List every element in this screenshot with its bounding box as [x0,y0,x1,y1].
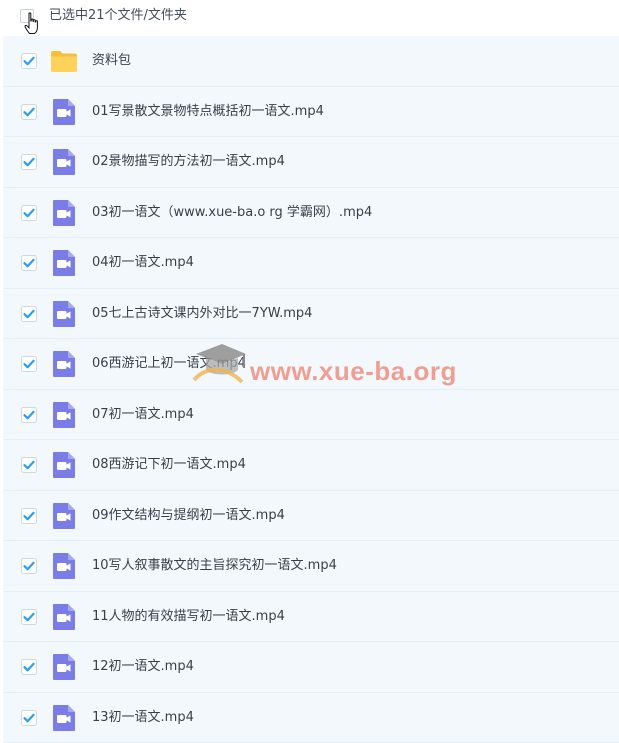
video-file-icon [49,400,79,430]
file-name[interactable]: 资料包 [92,51,131,71]
file-name[interactable]: 06西游记上初一语文.mp4 [92,354,246,374]
video-file-icon [49,652,79,682]
file-list: 资料包 01写景散文景物特点概括初一语文.mp4 02景物描写的方法初一语文.mp4… [3,36,619,743]
file-checkbox-checked[interactable] [21,205,35,219]
file-name[interactable]: 12初一语文.mp4 [92,657,194,677]
file-row[interactable]: 08西游记下初一语文.mp4 [3,440,619,491]
file-row[interactable]: 03初一语文（www.xue-ba.o rg 学霸网）.mp4 [3,188,619,239]
video-file-icon [49,97,79,127]
file-checkbox-checked[interactable] [21,508,35,522]
video-file-icon [49,299,79,329]
file-checkbox-checked[interactable] [21,255,35,269]
file-name[interactable]: 01写景散文景物特点概括初一语文.mp4 [92,102,324,122]
video-file-icon [49,602,79,632]
file-checkbox-checked[interactable] [21,306,35,320]
file-checkbox-checked[interactable] [21,154,35,168]
file-checkbox-checked[interactable] [21,558,35,572]
video-file-icon [49,349,79,379]
file-checkbox-checked[interactable] [21,356,35,370]
video-file-icon [49,198,79,228]
hand-cursor-icon [24,12,40,36]
file-row[interactable]: 07初一语文.mp4 [3,390,619,441]
file-row[interactable]: 01写景散文景物特点概括初一语文.mp4 [3,87,619,138]
file-checkbox-checked[interactable] [21,710,35,724]
file-checkbox-checked[interactable] [21,407,35,421]
file-name[interactable]: 11人物的有效描写初一语文.mp4 [92,607,285,627]
file-checkbox-checked[interactable] [21,659,35,673]
file-name[interactable]: 03初一语文（www.xue-ba.o rg 学霸网）.mp4 [92,203,372,223]
file-name[interactable]: 02景物描写的方法初一语文.mp4 [92,152,285,172]
video-file-icon [49,501,79,531]
video-file-icon [49,450,79,480]
file-row[interactable]: 04初一语文.mp4 [3,238,619,289]
video-file-icon [49,703,79,733]
video-file-icon [49,248,79,278]
file-name[interactable]: 07初一语文.mp4 [92,405,194,425]
file-row[interactable]: 05七上古诗文课内外对比一7YW.mp4 [3,289,619,340]
file-checkbox-checked[interactable] [21,53,35,67]
file-name[interactable]: 09作文结构与提纲初一语文.mp4 [92,506,285,526]
video-file-icon [49,147,79,177]
file-row[interactable]: 06西游记上初一语文.mp4 [3,339,619,390]
selection-header: 已选中21个文件/文件夹 [0,0,619,36]
file-row[interactable]: 02景物描写的方法初一语文.mp4 [3,137,619,188]
file-name[interactable]: 04初一语文.mp4 [92,253,194,273]
file-name[interactable]: 05七上古诗文课内外对比一7YW.mp4 [92,304,312,324]
file-checkbox-checked[interactable] [21,457,35,471]
file-row[interactable]: 11人物的有效描写初一语文.mp4 [3,592,619,643]
file-name[interactable]: 08西游记下初一语文.mp4 [92,455,246,475]
file-row[interactable]: 12初一语文.mp4 [3,642,619,693]
file-row[interactable]: 09作文结构与提纲初一语文.mp4 [3,491,619,542]
folder-icon [49,46,79,76]
file-checkbox-checked[interactable] [21,104,35,118]
file-name[interactable]: 10写人叙事散文的主旨探究初一语文.mp4 [92,556,337,576]
file-checkbox-checked[interactable] [21,609,35,623]
file-name[interactable]: 13初一语文.mp4 [92,708,194,728]
file-row[interactable]: 10写人叙事散文的主旨探究初一语文.mp4 [3,541,619,592]
file-row[interactable]: 资料包 [3,36,619,87]
selection-count-text: 已选中21个文件/文件夹 [49,7,187,25]
file-row[interactable]: 13初一语文.mp4 [3,693,619,743]
video-file-icon [49,551,79,581]
